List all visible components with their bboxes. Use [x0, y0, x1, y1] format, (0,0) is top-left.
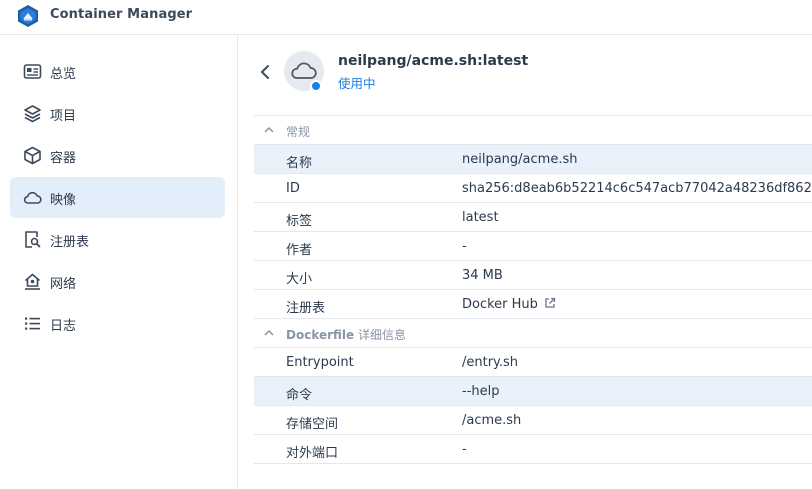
sidebar-item-registry[interactable]: 注册表 [10, 219, 225, 260]
row-value: --help [462, 384, 500, 399]
section-title-rest: 详细信息 [354, 328, 407, 342]
row-value: Docker Hub [462, 297, 556, 312]
app-title: Container Manager [50, 7, 193, 22]
chevron-up-icon [264, 329, 274, 336]
network-icon [24, 273, 41, 290]
row-value: /acme.sh [462, 413, 522, 428]
sidebar-item-label: 项目 [50, 109, 77, 124]
cloud-icon [23, 191, 42, 204]
section-header-general[interactable]: 常规 [254, 116, 812, 145]
row-key: 注册表 [286, 301, 326, 316]
image-detail-panel: neilpang/acme.sh:latest 使用中 常规 名称 neilpa… [238, 36, 812, 489]
row-key: 大小 [286, 272, 313, 287]
table-row: ID sha256:d8eab6b52214c6c547acb77042a482… [254, 174, 812, 203]
row-value: /entry.sh [462, 355, 519, 370]
table-row: 标签 latest [254, 203, 812, 232]
chevron-up-icon [264, 126, 274, 133]
external-link-icon[interactable] [544, 297, 556, 309]
sidebar-item-label: 注册表 [50, 235, 90, 250]
table-row: 作者 - [254, 232, 812, 261]
sidebar-item-label: 映像 [50, 193, 77, 208]
image-name: neilpang/acme.sh:latest [338, 53, 529, 69]
container-manager-logo-icon [18, 5, 38, 27]
overview-icon [23, 64, 42, 79]
layers-icon [24, 105, 41, 123]
section-title: Dockerfile 详细信息 [286, 326, 406, 343]
table-row: 名称 neilpang/acme.sh [254, 145, 812, 174]
sidebar-item-images[interactable]: 映像 [10, 177, 225, 218]
table-row: 注册表 Docker Hub [254, 290, 812, 319]
box-icon [24, 146, 41, 165]
table-row: 命令 --help [254, 377, 812, 406]
section-title-bold: Dockerfile [286, 328, 355, 342]
section-title: 常规 [286, 125, 311, 139]
row-value: - [462, 442, 467, 457]
row-key: 标签 [286, 214, 313, 229]
table-row: 对外端口 - [254, 435, 812, 464]
row-key: 对外端口 [286, 446, 339, 461]
row-value: - [462, 239, 467, 254]
row-key: 命令 [286, 388, 313, 403]
sidebar-item-label: 容器 [50, 151, 77, 166]
row-key: 名称 [286, 156, 313, 171]
sidebar-item-logs[interactable]: 日志 [10, 303, 225, 344]
table-row: 大小 34 MB [254, 261, 812, 290]
image-status: 使用中 [338, 76, 376, 91]
registry-search-icon [25, 231, 41, 248]
row-key: 存储空间 [286, 417, 339, 432]
table-row: 存储空间 /acme.sh [254, 406, 812, 435]
status-dot [310, 80, 322, 92]
sidebar-item-overview[interactable]: 总览 [10, 51, 225, 92]
row-key: 作者 [286, 243, 313, 258]
list-icon [25, 317, 40, 330]
sidebar-item-label: 总览 [50, 67, 77, 82]
row-key: ID [286, 181, 300, 196]
registry-link[interactable]: Docker Hub [462, 297, 538, 312]
sidebar-item-label: 日志 [50, 319, 77, 334]
section-header-dockerfile[interactable]: Dockerfile 详细信息 [254, 319, 812, 348]
sidebar-item-label: 网络 [50, 277, 77, 292]
sidebar-item-projects[interactable]: 项目 [10, 93, 225, 134]
row-value: latest [462, 210, 499, 225]
row-value: neilpang/acme.sh [462, 152, 578, 167]
back-chevron-icon[interactable] [258, 63, 272, 81]
sidebar-item-containers[interactable]: 容器 [10, 135, 225, 176]
row-key: Entrypoint [286, 355, 354, 370]
row-value: sha256:d8eab6b52214c6c547acb77042a48236d… [462, 181, 812, 196]
row-value: 34 MB [462, 268, 503, 283]
detail-table: 常规 名称 neilpang/acme.sh ID sha256:d8eab6b… [254, 115, 812, 464]
sidebar: 总览 项目 容器 映像 注册表 网络 日志 [0, 36, 238, 489]
table-row: Entrypoint /entry.sh [254, 348, 812, 377]
title-bar: Container Manager [0, 0, 812, 35]
sidebar-item-network[interactable]: 网络 [10, 261, 225, 302]
